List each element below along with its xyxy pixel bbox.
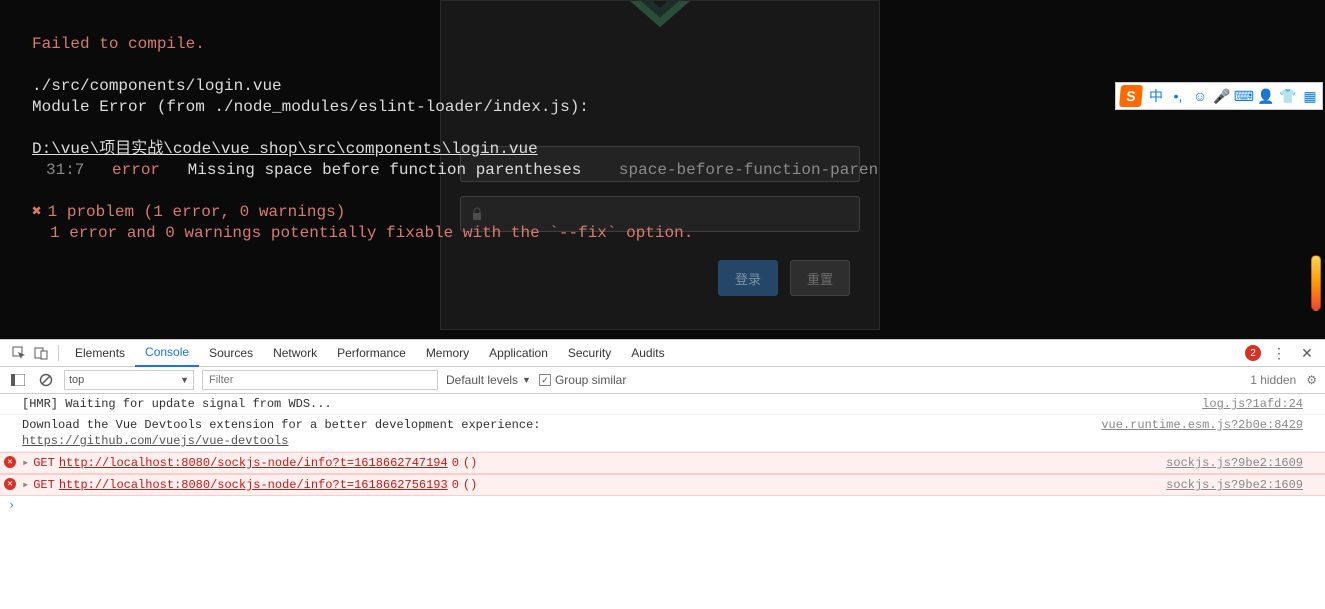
hidden-count[interactable]: 1 hidden [1250, 373, 1296, 387]
ime-mic-icon[interactable]: 🎤 [1214, 88, 1230, 104]
status-text: () [463, 455, 477, 471]
error-module: Module Error (from ./node_modules/eslint… [32, 97, 589, 118]
devtools-menu-icon[interactable]: ⋮ [1269, 345, 1289, 362]
expand-arrow-icon[interactable]: ▸ [22, 455, 29, 471]
log-levels-select[interactable]: Default levels ▼ [446, 373, 531, 387]
reset-button-bg: 重置 [790, 260, 850, 296]
status-code: 0 [452, 455, 459, 471]
lock-icon [471, 207, 483, 221]
ime-skin-icon[interactable]: 👕 [1280, 88, 1296, 104]
devtools-panel: Elements Console Sources Network Perform… [0, 339, 1325, 609]
error-path: D:\vue\项目实战\code\vue_shop\src\components… [32, 139, 538, 160]
devtools-close-icon[interactable]: ✕ [1297, 345, 1317, 362]
console-error-row: ✕ ▸ GET http://localhost:8080/sockjs-nod… [0, 474, 1325, 496]
error-summary: 1 problem (1 error, 0 warnings) [48, 203, 346, 221]
console-sidebar-toggle-icon[interactable] [8, 370, 28, 390]
ime-punct-icon[interactable]: •, [1170, 88, 1186, 104]
device-toolbar-icon[interactable] [30, 342, 52, 364]
login-button-bg: 登录 [718, 260, 778, 296]
clear-console-icon[interactable] [36, 370, 56, 390]
log-text: [HMR] Waiting for update signal from WDS… [22, 396, 332, 412]
error-count-badge[interactable]: 2 [1245, 345, 1261, 361]
log-text: Download the Vue Devtools extension for … [22, 418, 540, 432]
execution-context-select[interactable]: top ▼ [64, 370, 194, 390]
console-prompt[interactable]: › [0, 496, 1325, 514]
error-rule: space-before-function-paren [619, 161, 878, 179]
http-method: GET [33, 477, 55, 493]
error-url-link[interactable]: http://localhost:8080/sockjs-node/info?t… [59, 455, 448, 471]
error-file: ./src/components/login.vue [32, 76, 282, 97]
http-method: GET [33, 455, 55, 471]
console-log-row: [HMR] Waiting for update signal from WDS… [0, 394, 1325, 415]
checkbox-checked-icon: ✓ [539, 374, 551, 386]
tab-memory[interactable]: Memory [416, 340, 479, 367]
chevron-down-icon: ▼ [180, 375, 189, 385]
expand-arrow-icon[interactable]: ▸ [22, 477, 29, 493]
group-similar-checkbox[interactable]: ✓ Group similar [539, 373, 626, 387]
tab-security[interactable]: Security [558, 340, 621, 367]
error-summary-line: ✖ 1 problem (1 error, 0 warnings) [32, 202, 345, 223]
tab-sources[interactable]: Sources [199, 340, 263, 367]
error-icon: ✕ [4, 456, 16, 468]
status-code: 0 [452, 477, 459, 493]
page-error-overlay: 登录 重置 Failed to compile. ./src/component… [0, 0, 1325, 339]
tab-console[interactable]: Console [135, 340, 199, 367]
error-linecol: 31:7 [46, 161, 84, 179]
devtools-tabbar: Elements Console Sources Network Perform… [0, 340, 1325, 367]
group-label: Group similar [555, 373, 626, 387]
status-text: () [463, 477, 477, 493]
tab-elements[interactable]: Elements [65, 340, 135, 367]
ime-toolbox-icon[interactable]: ▦ [1302, 88, 1318, 104]
scroll-indicator[interactable] [1311, 255, 1321, 311]
ime-keyboard-icon[interactable]: ⌨ [1236, 88, 1252, 104]
context-value: top [69, 374, 84, 386]
error-fixable: 1 error and 0 warnings potentially fixab… [50, 223, 693, 244]
log-source-link[interactable]: log.js?1afd:24 [1202, 396, 1303, 412]
tab-network[interactable]: Network [263, 340, 327, 367]
error-heading: Failed to compile. [32, 34, 205, 55]
log-source-link[interactable]: sockjs.js?9be2:1609 [1166, 455, 1303, 471]
tab-performance[interactable]: Performance [327, 340, 416, 367]
log-source-link[interactable]: vue.runtime.esm.js?2b0e:8429 [1101, 417, 1303, 449]
error-message: Missing space before function parenthese… [188, 161, 582, 179]
console-log-row: Download the Vue Devtools extension for … [0, 415, 1325, 452]
console-settings-icon[interactable]: ⚙ [1306, 373, 1317, 387]
chevron-down-icon: ▼ [522, 375, 531, 385]
log-source-link[interactable]: sockjs.js?9be2:1609 [1166, 477, 1303, 493]
vue-logo [615, 1, 705, 31]
error-level: error [112, 161, 160, 179]
console-toolbar: top ▼ Default levels ▼ ✓ Group similar 1 … [0, 367, 1325, 394]
error-icon: ✕ [4, 478, 16, 490]
error-url-link[interactable]: http://localhost:8080/sockjs-node/info?t… [59, 477, 448, 493]
devtools-link[interactable]: https://github.com/vuejs/vue-devtools [22, 434, 288, 448]
ime-face-icon[interactable]: ☺ [1192, 88, 1208, 104]
levels-label: Default levels [446, 373, 518, 387]
console-filter-input[interactable] [202, 370, 438, 390]
console-error-row: ✕ ▸ GET http://localhost:8080/sockjs-nod… [0, 452, 1325, 474]
ime-user-icon[interactable]: 👤 [1258, 88, 1274, 104]
tab-application[interactable]: Application [479, 340, 558, 367]
error-detail-line: 31:7 error Missing space before function… [32, 160, 878, 181]
ime-lang-toggle[interactable]: 中 [1148, 88, 1164, 104]
inspect-element-icon[interactable] [8, 342, 30, 364]
tab-audits[interactable]: Audits [621, 340, 674, 367]
ime-toolbar[interactable]: S 中 •, ☺ 🎤 ⌨ 👤 👕 ▦ [1115, 82, 1323, 110]
cross-icon: ✖ [32, 203, 42, 221]
console-output: [HMR] Waiting for update signal from WDS… [0, 394, 1325, 609]
sogou-logo-icon[interactable]: S [1119, 85, 1143, 107]
